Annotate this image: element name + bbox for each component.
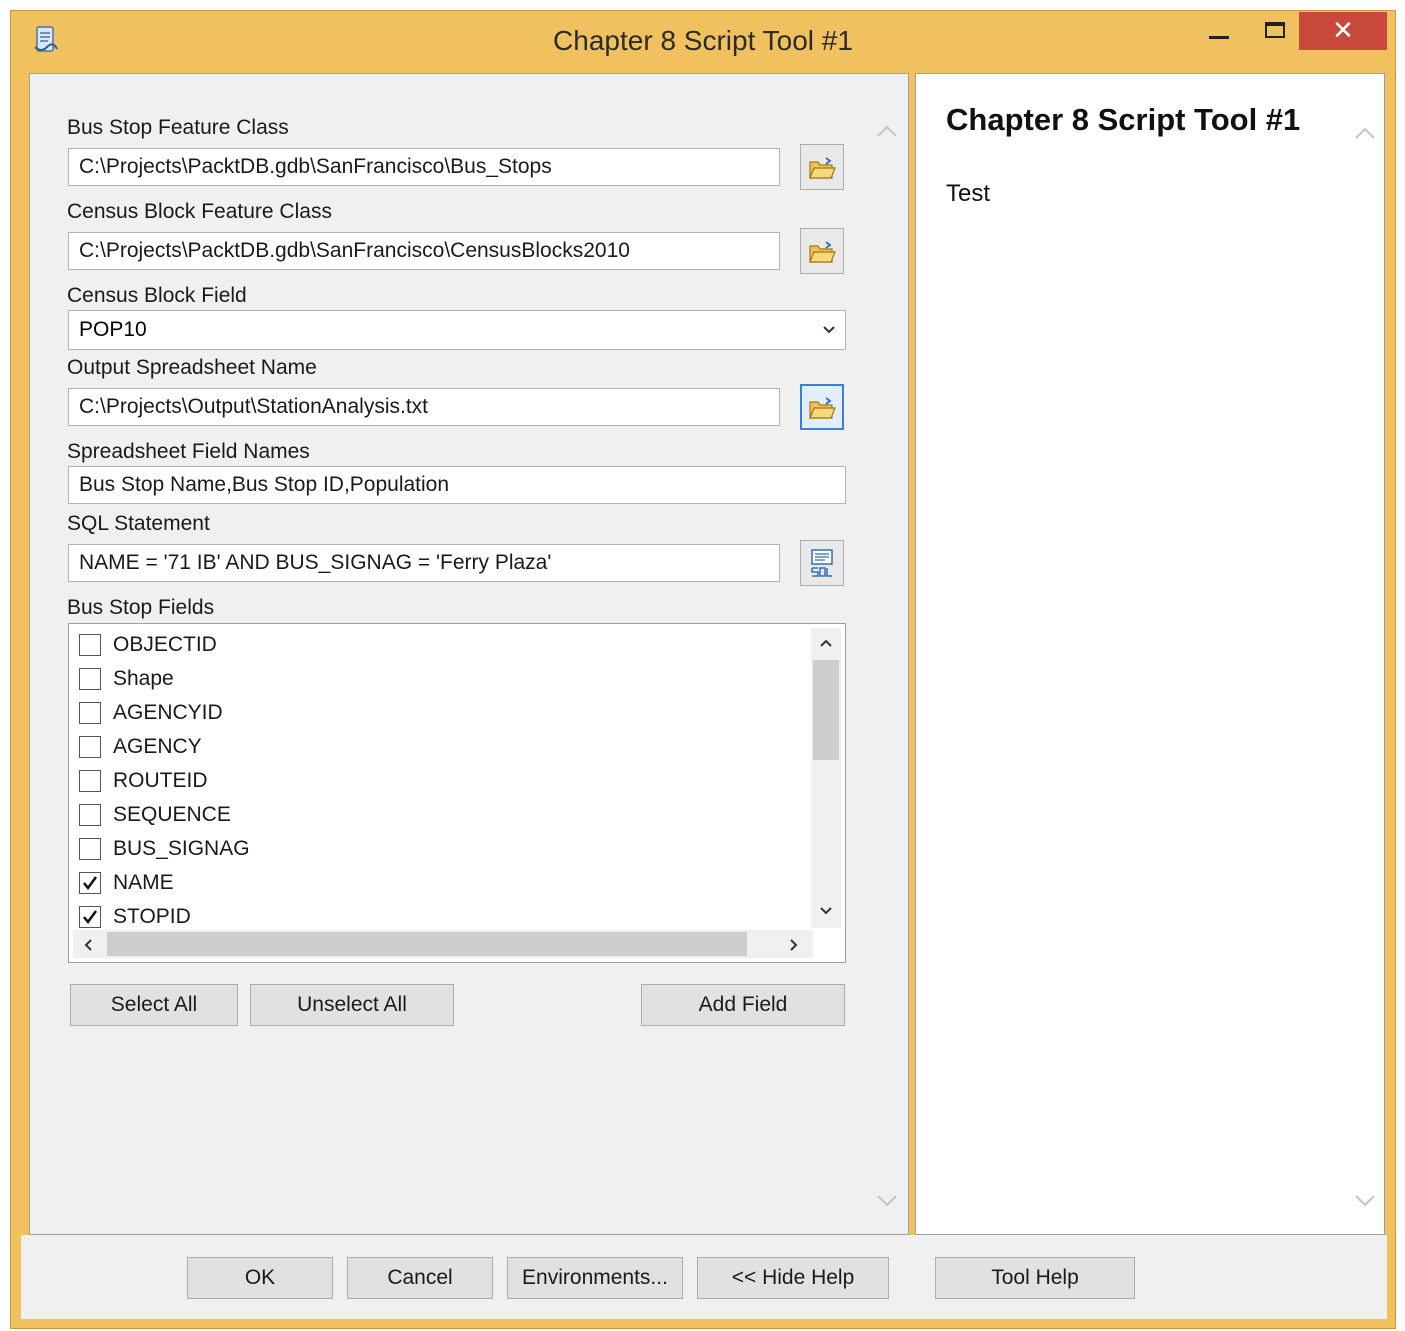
- sql-icon: [809, 548, 835, 578]
- help-scroll-down-icon: [1355, 1195, 1375, 1207]
- window-title: Chapter 8 Script Tool #1: [553, 25, 853, 56]
- output-spreadsheet-input[interactable]: C:\Projects\Output\StationAnalysis.txt: [68, 388, 780, 426]
- checkbox[interactable]: [79, 668, 101, 690]
- hide-help-button[interactable]: << Hide Help: [697, 1257, 889, 1299]
- field-name: BUS_SIGNAG: [113, 837, 250, 860]
- maximize-icon: [1265, 22, 1285, 38]
- panel-scroll-up-icon: [877, 125, 897, 137]
- chevron-down-icon: [821, 311, 837, 362]
- census-block-field-label: Census Block Field: [67, 284, 247, 307]
- list-item[interactable]: NAME: [79, 866, 174, 900]
- cancel-button[interactable]: Cancel: [347, 1257, 493, 1299]
- checkbox[interactable]: [79, 838, 101, 860]
- list-item[interactable]: AGENCYID: [79, 696, 223, 730]
- add-field-button[interactable]: Add Field: [641, 984, 845, 1026]
- census-block-fc-browse-button[interactable]: [800, 228, 844, 274]
- vertical-scroll-thumb[interactable]: [813, 660, 839, 760]
- close-button[interactable]: ✕: [1299, 12, 1387, 50]
- scroll-left-icon: [84, 939, 92, 951]
- tool-help-button[interactable]: Tool Help: [935, 1257, 1135, 1299]
- bus-stop-fc-label: Bus Stop Feature Class: [67, 116, 289, 139]
- parameters-panel: Bus Stop Feature Class C:\Projects\Packt…: [29, 73, 909, 1235]
- list-item[interactable]: SEQUENCE: [79, 798, 231, 832]
- sql-statement-input[interactable]: NAME = '71 IB' AND BUS_SIGNAG = 'Ferry P…: [68, 544, 780, 582]
- list-item[interactable]: BUS_SIGNAG: [79, 832, 250, 866]
- sql-builder-button[interactable]: [800, 540, 844, 586]
- field-name: Shape: [113, 667, 174, 690]
- ok-button[interactable]: OK: [187, 1257, 333, 1299]
- scroll-up-icon: [820, 639, 832, 647]
- horizontal-scroll-thumb[interactable]: [107, 932, 747, 956]
- environments-button[interactable]: Environments...: [507, 1257, 683, 1299]
- help-scroll-up-icon: [1355, 127, 1375, 139]
- bus-stop-fc-browse-button[interactable]: [800, 144, 844, 190]
- list-item[interactable]: STOPID: [79, 900, 191, 934]
- list-item[interactable]: OBJECTID: [79, 628, 217, 662]
- open-folder-icon: [808, 240, 836, 263]
- dialog-button-bar: OK Cancel Environments... << Hide Help T…: [21, 1235, 1387, 1319]
- select-all-button[interactable]: Select All: [70, 984, 238, 1026]
- scroll-down-icon: [820, 907, 832, 915]
- panel-scroll-down-icon: [877, 1195, 897, 1207]
- checkbox[interactable]: [79, 702, 101, 724]
- field-name: STOPID: [113, 905, 191, 928]
- help-text: Test: [946, 180, 991, 207]
- list-item[interactable]: Shape: [79, 662, 174, 696]
- census-block-field-value: POP10: [79, 318, 147, 341]
- help-panel: Chapter 8 Script Tool #1 Test: [915, 73, 1385, 1235]
- spreadsheet-fields-label: Spreadsheet Field Names: [67, 440, 310, 463]
- spreadsheet-fields-input[interactable]: Bus Stop Name,Bus Stop ID,Population: [68, 466, 846, 504]
- checkbox[interactable]: [79, 634, 101, 656]
- tool-dialog-window: Chapter 8 Script Tool #1 ✕ Bus Stop Feat…: [10, 10, 1396, 1329]
- census-block-field-select[interactable]: POP10: [68, 310, 846, 350]
- output-spreadsheet-label: Output Spreadsheet Name: [67, 356, 317, 379]
- checkbox-checked[interactable]: [79, 906, 101, 928]
- checkbox[interactable]: [79, 804, 101, 826]
- checkbox[interactable]: [79, 736, 101, 758]
- maximize-button[interactable]: [1247, 11, 1303, 49]
- open-folder-icon: [808, 396, 836, 419]
- checkmark-icon: [83, 910, 98, 925]
- bus-stop-fields-list: OBJECTID Shape AGENCYID AGENCY ROUTEID S…: [68, 623, 846, 963]
- checkbox[interactable]: [79, 770, 101, 792]
- open-folder-icon: [808, 156, 836, 179]
- bus-stop-fc-input[interactable]: C:\Projects\PacktDB.gdb\SanFrancisco\Bus…: [68, 148, 780, 186]
- horizontal-scrollbar[interactable]: [73, 930, 813, 958]
- help-title: Chapter 8 Script Tool #1: [946, 102, 1301, 137]
- unselect-all-button[interactable]: Unselect All: [250, 984, 454, 1026]
- minimize-icon: [1209, 35, 1229, 39]
- field-name: ROUTEID: [113, 769, 208, 792]
- sql-statement-label: SQL Statement: [67, 512, 210, 535]
- bus-stop-fields-label: Bus Stop Fields: [67, 596, 215, 619]
- vertical-scrollbar[interactable]: [811, 628, 841, 928]
- title-bar[interactable]: Chapter 8 Script Tool #1 ✕: [11, 11, 1395, 73]
- list-item[interactable]: ROUTEID: [79, 764, 208, 798]
- field-name: AGENCY: [113, 735, 202, 758]
- census-block-fc-label: Census Block Feature Class: [67, 200, 332, 223]
- list-item[interactable]: AGENCY: [79, 730, 202, 764]
- scroll-right-icon: [790, 939, 798, 951]
- field-name: AGENCYID: [113, 701, 223, 724]
- minimize-button[interactable]: [1191, 11, 1247, 49]
- output-spreadsheet-browse-button[interactable]: [800, 384, 844, 430]
- checkbox-checked[interactable]: [79, 872, 101, 894]
- close-icon: ✕: [1332, 16, 1354, 46]
- field-name: OBJECTID: [113, 633, 217, 656]
- checkmark-icon: [83, 876, 98, 891]
- field-name: SEQUENCE: [113, 803, 231, 826]
- census-block-fc-input[interactable]: C:\Projects\PacktDB.gdb\SanFrancisco\Cen…: [68, 232, 780, 270]
- field-name: NAME: [113, 871, 174, 894]
